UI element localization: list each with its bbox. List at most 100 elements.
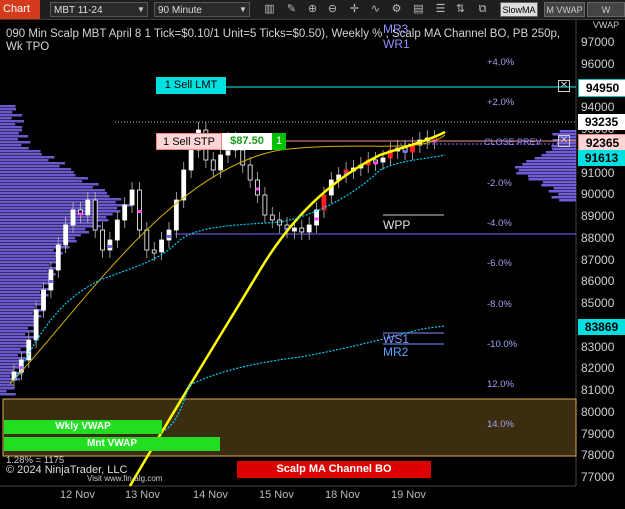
profile-bar [0, 222, 94, 225]
profile-bar [0, 204, 133, 207]
profile-bar [0, 369, 14, 372]
profile-bar [0, 108, 17, 111]
profile-bar [541, 154, 576, 157]
profile-bar [0, 264, 50, 267]
position-pnl: $87.50 [222, 133, 272, 150]
pct-level: -6.0% [487, 258, 512, 269]
signal-marker [137, 210, 142, 213]
profile-bar [559, 199, 576, 202]
pct-level: +4.0% [487, 57, 515, 68]
date-label: 19 Nov [391, 489, 426, 501]
signal-marker [255, 187, 260, 191]
profile-bar [0, 393, 16, 396]
profile-bar [0, 180, 83, 183]
position-qty: 1 [272, 133, 286, 150]
volume-profile-left [0, 105, 133, 396]
price-axis-label: 89000 [581, 209, 615, 223]
profile-bar [0, 132, 19, 135]
profile-bar [558, 193, 576, 196]
profile-bar [534, 157, 576, 160]
candle-body [181, 169, 187, 201]
profile-bar [0, 330, 38, 333]
profile-bar [0, 174, 76, 177]
date-label: 12 Nov [60, 489, 95, 501]
price-tag-sell-limit: 94950 [578, 79, 625, 97]
candle-body [380, 157, 386, 163]
date-label: 13 Nov [125, 489, 160, 501]
sell-stop-order[interactable]: 1 Sell STP [156, 133, 222, 150]
price-axis-label: 97000 [581, 35, 615, 49]
price-tag-last: 93235 [578, 114, 625, 130]
profile-bar [0, 297, 42, 300]
profile-bar [0, 105, 16, 108]
profile-bar [0, 162, 65, 165]
price-tag-monthly-vwap: 83869 [578, 319, 625, 335]
profile-bar [0, 306, 36, 309]
pivot-ws1: WS1 [383, 332, 410, 346]
signal-marker [166, 235, 171, 238]
profile-bar [0, 126, 23, 129]
profile-bar [0, 291, 41, 294]
profile-bar [0, 375, 11, 378]
profile-bar [0, 135, 29, 138]
candlestick-series [11, 122, 438, 388]
profile-bar [0, 270, 48, 273]
profile-bar [0, 144, 22, 147]
pivot-wpp: WPP [383, 218, 411, 232]
signal-marker [78, 212, 83, 216]
profile-bar [0, 192, 108, 195]
candle-body [269, 214, 275, 221]
profile-bar [0, 378, 20, 381]
profile-bar [0, 147, 29, 150]
profile-bar [0, 357, 28, 360]
pct-level: -8.0% [487, 299, 512, 310]
date-label: 14 Nov [193, 489, 228, 501]
profile-bar [0, 114, 22, 117]
profile-bar [0, 210, 121, 213]
chart-title: 090 Min Scalp MBT April 8 1 Tick=$0.10/1… [6, 28, 561, 53]
pct-level: -2.0% [487, 178, 512, 189]
profile-bar [0, 255, 58, 258]
candle-body [92, 199, 98, 231]
profile-bar [526, 160, 576, 163]
pivot-mr3: MR3 [383, 22, 409, 36]
profile-bar [522, 163, 576, 166]
profile-bar [0, 303, 45, 306]
profile-bar [0, 276, 50, 279]
profile-bar [516, 172, 576, 175]
profile-bar [0, 354, 18, 357]
profile-bar [518, 169, 576, 172]
profile-bar [0, 111, 13, 114]
thin-ma-line [9, 134, 446, 385]
price-axis-label: 78000 [581, 448, 615, 463]
candle-body [100, 229, 105, 251]
profile-bar [0, 381, 12, 384]
close-order-icon[interactable]: ✕ [558, 135, 570, 147]
profile-bar [0, 339, 27, 342]
profile-bar [0, 186, 93, 189]
sell-limit-order[interactable]: 1 Sell LMT [156, 77, 226, 94]
close-order-icon[interactable]: ✕ [558, 80, 570, 92]
price-axis-label: 90000 [581, 187, 615, 202]
candle-body [292, 227, 297, 232]
profile-bar [0, 168, 72, 171]
profile-bar [0, 366, 23, 369]
profile-bar [0, 285, 43, 288]
candle-body [144, 229, 150, 251]
price-axis-label: 85000 [581, 296, 615, 310]
profile-bar [0, 216, 107, 219]
profile-bar [559, 130, 576, 133]
candle-body [151, 249, 157, 254]
price-axis-label: 96000 [581, 56, 615, 71]
profile-bar [0, 342, 28, 345]
candle-body [122, 204, 128, 221]
profile-bar [0, 219, 109, 222]
price-tag-vwap: 91613 [578, 150, 625, 166]
candle-body [218, 154, 224, 171]
signal-marker [48, 280, 53, 283]
profile-bar [0, 123, 16, 126]
profile-bar [0, 258, 56, 261]
signal-marker [107, 245, 112, 248]
profile-bar [0, 384, 14, 387]
channel-bo-band: Scalp MA Channel BO [237, 461, 431, 478]
